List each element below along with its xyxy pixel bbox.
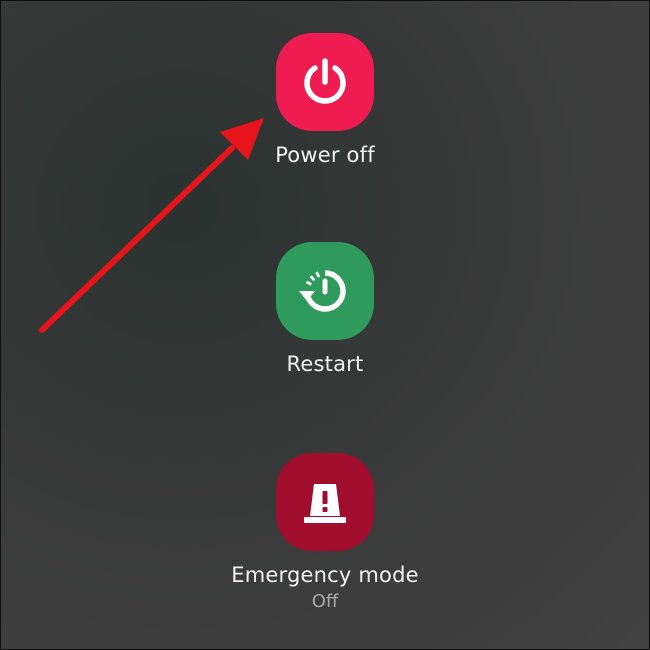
restart-label: Restart [286, 352, 364, 376]
power-off-label: Power off [275, 143, 375, 167]
emergency-mode-status: Off [311, 591, 339, 612]
power-off-option[interactable]: Power off [0, 33, 650, 167]
emergency-light-icon [304, 484, 346, 523]
restart-icon [299, 270, 346, 312]
emergency-mode-button[interactable] [276, 453, 374, 551]
emergency-mode-label: Emergency mode [231, 563, 419, 587]
emergency-mode-option[interactable]: Emergency mode Off [0, 453, 650, 612]
power-off-button[interactable] [276, 33, 374, 131]
restart-button[interactable] [276, 242, 374, 340]
restart-option[interactable]: Restart [0, 242, 650, 376]
power-icon [304, 58, 346, 104]
